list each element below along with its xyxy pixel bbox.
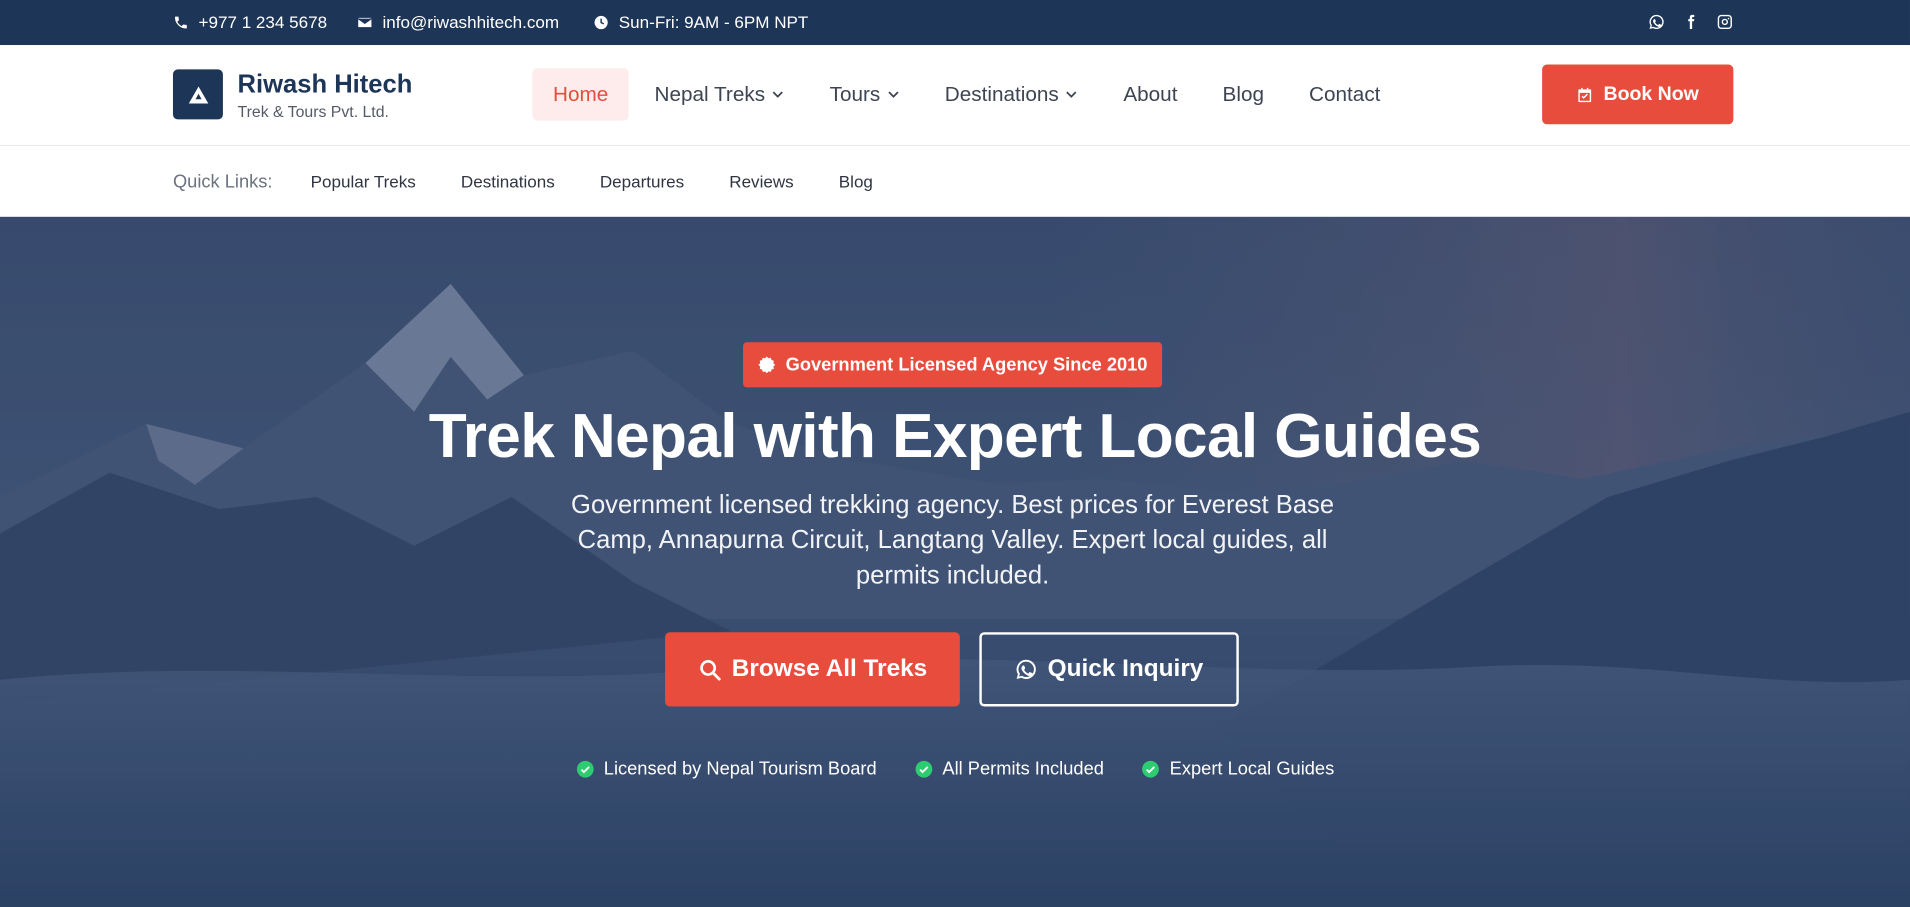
trust-item: Licensed by Nepal Tourism Board — [576, 759, 877, 780]
brand-name: Riwash Hitech — [237, 70, 413, 99]
quick-inquiry-label: Quick Inquiry — [1047, 655, 1204, 683]
nav-nepal-treks[interactable]: Nepal Treks — [634, 68, 805, 120]
topbar-hours: Sun-Fri: 9AM - 6PM NPT — [593, 12, 809, 32]
trust-item-label: Expert Local Guides — [1169, 758, 1335, 780]
whatsapp-icon — [1016, 659, 1036, 679]
whatsapp-icon[interactable] — [1648, 13, 1665, 30]
quick-link-reviews[interactable]: Reviews — [729, 172, 793, 191]
nav-destinations-label: Destinations — [944, 82, 1059, 106]
nav-about-label: About — [1123, 82, 1178, 106]
nav-blog-label: Blog — [1222, 82, 1264, 106]
quick-links-label: Quick Links: — [172, 171, 273, 193]
phone-text: +977 1 234 5678 — [198, 12, 328, 32]
nav-home-label: Home — [553, 82, 609, 106]
nav-destinations[interactable]: Destinations — [924, 68, 1099, 120]
email-text: info@riwashhitech.com — [382, 12, 560, 32]
browse-all-treks-label: Browse All Treks — [731, 655, 928, 683]
social-links — [1648, 13, 1733, 30]
book-now-button[interactable]: Book Now — [1542, 64, 1734, 125]
topbar-email[interactable]: info@riwashhitech.com — [357, 12, 560, 32]
quick-link-popular-treks[interactable]: Popular Treks — [311, 172, 416, 191]
nav-tours-label: Tours — [829, 82, 881, 106]
facebook-icon[interactable] — [1682, 13, 1699, 30]
check-circle-icon — [1142, 760, 1160, 778]
main-header: Riwash Hitech Trek & Tours Pvt. Ltd. Hom… — [0, 45, 1910, 147]
page-root: +977 1 234 5678 info@riwashhitech.com Su… — [0, 0, 1910, 907]
clock-icon — [594, 15, 608, 29]
mountain-logo-icon — [188, 85, 208, 103]
quick-link-departures[interactable]: Departures — [600, 172, 684, 191]
nav-blog[interactable]: Blog — [1202, 68, 1285, 120]
brand-block[interactable]: Riwash Hitech Trek & Tours Pvt. Ltd. — [238, 71, 413, 121]
quick-links-bar: Quick Links: Popular Treks Destinations … — [0, 146, 1910, 217]
quick-links-list: Popular Treks Destinations Departures Re… — [311, 172, 873, 191]
chevron-down-icon — [772, 91, 783, 98]
quick-inquiry-button[interactable]: Quick Inquiry — [979, 632, 1239, 707]
envelope-icon — [357, 17, 372, 27]
quick-link-destinations[interactable]: Destinations — [461, 172, 555, 191]
check-circle-icon — [576, 760, 594, 778]
license-badge-text: Government Licensed Agency Since 2010 — [785, 354, 1148, 376]
topbar-phone[interactable]: +977 1 234 5678 — [173, 12, 328, 32]
calendar-check-icon — [1578, 87, 1592, 102]
nav-tours[interactable]: Tours — [809, 68, 921, 120]
browse-all-treks-button[interactable]: Browse All Treks — [665, 632, 960, 707]
chevron-down-icon — [887, 91, 899, 98]
nav-about[interactable]: About — [1103, 68, 1199, 120]
nav-contact-label: Contact — [1309, 82, 1381, 106]
phone-icon — [174, 15, 187, 28]
trust-item: All Permits Included — [914, 758, 1104, 780]
license-badge: Government Licensed Agency Since 2010 — [743, 342, 1163, 388]
top-contact-bar: +977 1 234 5678 info@riwashhitech.com Su… — [0, 0, 1910, 46]
certificate-icon — [758, 356, 776, 374]
chevron-down-icon — [1066, 91, 1077, 98]
quick-link-blog[interactable]: Blog — [839, 172, 873, 191]
search-icon — [699, 659, 721, 680]
instagram-icon[interactable] — [1716, 13, 1733, 30]
hero-section: Government Licensed Agency Since 2010 Tr… — [0, 216, 1910, 907]
check-circle-icon — [915, 760, 932, 778]
hero-subtitle: Government licensed trekking agency. Bes… — [571, 490, 1335, 590]
trust-item-label: Licensed by Nepal Tourism Board — [603, 758, 877, 780]
trust-indicators: Licensed by Nepal Tourism Board All Perm… — [0, 759, 1910, 780]
logo-mark[interactable] — [172, 69, 223, 120]
book-now-label: Book Now — [1603, 83, 1699, 105]
nav-contact[interactable]: Contact — [1288, 68, 1401, 120]
hero-title: Trek Nepal with Expert Local Guides — [428, 400, 1482, 471]
hours-text: Sun-Fri: 9AM - 6PM NPT — [618, 12, 809, 32]
main-nav: Home Nepal Treks Tours Destinations Abou… — [532, 68, 1401, 121]
nav-home[interactable]: Home — [532, 68, 629, 121]
trust-item: Expert Local Guides — [1142, 758, 1335, 780]
trust-item-label: All Permits Included — [942, 758, 1104, 780]
nav-nepal-treks-label: Nepal Treks — [654, 82, 766, 106]
brand-tagline: Trek & Tours Pvt. Ltd. — [237, 102, 389, 121]
